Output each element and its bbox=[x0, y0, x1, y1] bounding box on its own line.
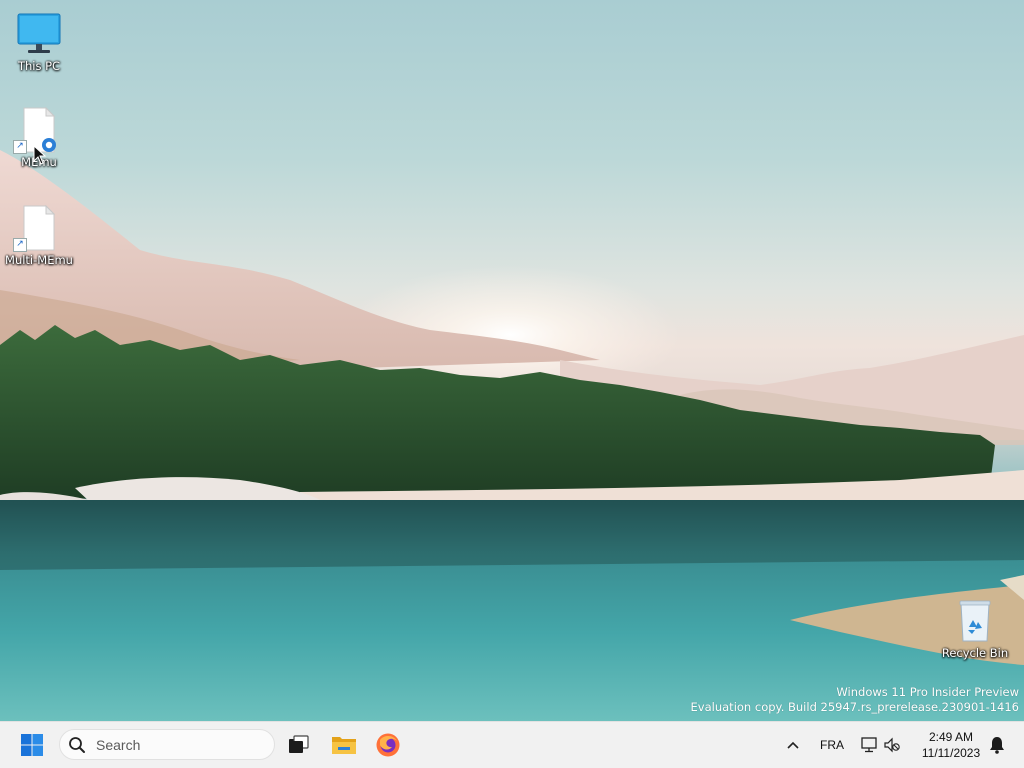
start-button[interactable] bbox=[14, 728, 50, 762]
recycle-bin-icon bbox=[959, 600, 991, 642]
bell-icon bbox=[990, 737, 1004, 754]
clock-date: 11/11/2023 bbox=[921, 746, 981, 760]
mouse-cursor-icon bbox=[33, 145, 47, 165]
recycle-bin-shortcut[interactable]: Recycle Bin bbox=[937, 597, 1013, 660]
task-view-button[interactable] bbox=[280, 728, 316, 762]
shortcut-arrow-icon: ↗ bbox=[13, 140, 27, 154]
multi-memu-label: Multi-MEmu bbox=[5, 253, 73, 267]
search-input[interactable] bbox=[94, 735, 258, 754]
taskbar-clock[interactable]: 2:49 AM 11/11/2023 bbox=[912, 729, 990, 761]
input-language-indicator[interactable]: FRA bbox=[820, 738, 844, 752]
taskbar-search[interactable] bbox=[59, 729, 275, 760]
firefox-button[interactable] bbox=[370, 728, 406, 762]
start-icon bbox=[21, 734, 43, 756]
chevron-up-icon bbox=[787, 741, 799, 749]
firefox-icon bbox=[376, 733, 400, 757]
recycle-bin-label: Recycle Bin bbox=[941, 646, 1009, 660]
taskbar: FRA 2:49 AM 11/11/2023 bbox=[0, 721, 1024, 768]
evaluation-watermark: Windows 11 Pro Insider Preview Evaluatio… bbox=[691, 685, 1019, 715]
task-view-icon bbox=[289, 735, 309, 753]
network-icon bbox=[861, 737, 877, 753]
clock-time: 2:49 AM bbox=[928, 730, 974, 744]
this-pc-shortcut[interactable]: This PC bbox=[1, 10, 77, 73]
volume-muted-icon bbox=[884, 737, 900, 753]
this-pc-label: This PC bbox=[17, 59, 61, 73]
watermark-line-1: Windows 11 Pro Insider Preview bbox=[836, 685, 1019, 699]
show-hidden-icons-button[interactable] bbox=[776, 728, 810, 762]
wallpaper bbox=[0, 150, 1024, 721]
desktop[interactable]: This PC ↗ MEmu ↗ Multi-MEmu Recycle Bin … bbox=[0, 0, 1024, 721]
file-explorer-button[interactable] bbox=[326, 728, 362, 762]
file-explorer-icon bbox=[332, 737, 356, 754]
monitor-icon bbox=[17, 13, 61, 53]
shortcut-arrow-icon: ↗ bbox=[13, 238, 27, 252]
search-icon bbox=[69, 736, 85, 753]
multi-memu-shortcut[interactable]: ↗ Multi-MEmu bbox=[1, 204, 77, 267]
watermark-line-2: Evaluation copy. Build 25947.rs_prerelea… bbox=[690, 700, 1019, 714]
network-volume-button[interactable] bbox=[856, 728, 906, 762]
notifications-button[interactable] bbox=[984, 728, 1010, 762]
